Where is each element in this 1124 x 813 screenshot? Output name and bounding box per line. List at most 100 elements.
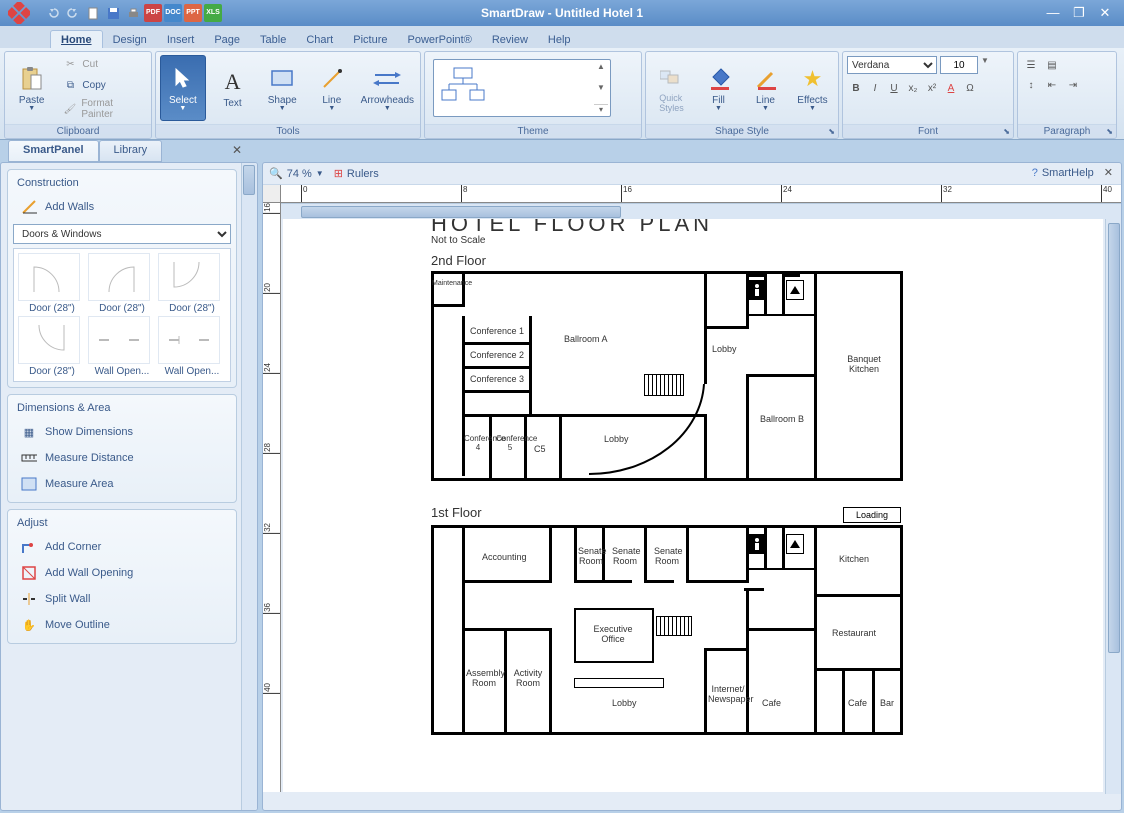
symbol-button[interactable]: Ω	[961, 81, 979, 97]
underline-button[interactable]: U	[885, 81, 903, 97]
gallery-item[interactable]: Door (28")	[88, 253, 156, 314]
new-icon[interactable]	[84, 4, 102, 22]
doors-windows-select[interactable]: Doors & Windows	[13, 224, 231, 244]
symbol-gallery: Door (28") Door (28") Door (28") Door (2…	[13, 248, 231, 382]
font-color-button[interactable]: A	[942, 81, 960, 97]
ruler-horizontal[interactable]: 0 8 16 24 32 40	[281, 185, 1121, 203]
canvas-scrollbar-vertical[interactable]	[1105, 203, 1121, 794]
super-button[interactable]: x²	[923, 81, 941, 97]
zoom-control[interactable]: 🔍 74 % ▼	[269, 167, 324, 180]
tab-page[interactable]: Page	[204, 31, 250, 48]
redo-icon[interactable]	[64, 4, 82, 22]
gallery-item[interactable]: Wall Open...	[88, 316, 156, 377]
gallery-item[interactable]: Wall Open...	[158, 316, 226, 377]
bold-button[interactable]: B	[847, 81, 865, 97]
font-name-select[interactable]: Verdana	[847, 56, 937, 74]
rulers-toggle[interactable]: ⊞ Rulers	[334, 167, 379, 180]
quick-styles-button[interactable]: Quick Styles	[650, 55, 693, 121]
ppt-icon[interactable]: PPT	[184, 4, 202, 22]
add-wall-opening-button[interactable]: Add Wall Opening	[13, 560, 231, 586]
pdf-icon[interactable]: PDF	[144, 4, 162, 22]
copy-icon: ⧉	[62, 77, 78, 93]
italic-button[interactable]: I	[866, 81, 884, 97]
restore-button[interactable]: ❐	[1070, 6, 1088, 20]
split-wall-button[interactable]: Split Wall	[13, 586, 231, 612]
smarthelp-link[interactable]: ? SmartHelp ✕	[1032, 166, 1113, 179]
dialog-launcher-icon[interactable]: ⬊	[1106, 127, 1113, 136]
paste-button[interactable]: Paste ▼	[9, 55, 54, 121]
move-outline-button[interactable]: ✋Move Outline	[13, 612, 231, 638]
arrowheads-button[interactable]: Arrowheads ▼	[359, 55, 416, 121]
undo-icon[interactable]	[44, 4, 62, 22]
dialog-launcher-icon[interactable]: ⬊	[1003, 127, 1010, 136]
panel-tab-library[interactable]: Library	[99, 140, 163, 162]
app-logo[interactable]	[4, 0, 34, 26]
tab-chart[interactable]: Chart	[296, 31, 343, 48]
text-button[interactable]: A Text	[210, 55, 256, 121]
xls-icon[interactable]: XLS	[204, 4, 222, 22]
theme-gallery[interactable]: ▲ ▼ ▾	[433, 59, 611, 117]
panel-scrollbar[interactable]	[241, 163, 257, 810]
tab-help[interactable]: Help	[538, 31, 581, 48]
tab-home[interactable]: Home	[50, 30, 103, 48]
effects-button[interactable]: ★ Effects ▼	[791, 55, 834, 121]
font-size-input[interactable]	[940, 56, 978, 74]
measure-distance-button[interactable]: Measure Distance	[13, 445, 231, 471]
line-button[interactable]: Line ▼	[309, 55, 355, 121]
tab-table[interactable]: Table	[250, 31, 296, 48]
tab-picture[interactable]: Picture	[343, 31, 397, 48]
show-dimensions-button[interactable]: ▦Show Dimensions	[13, 419, 231, 445]
tab-review[interactable]: Review	[482, 31, 538, 48]
grid-icon: ▦	[21, 424, 37, 440]
group-clipboard: Paste ▼ ✂Cut ⧉Copy 🖌Format Painter Clipb…	[4, 51, 152, 139]
add-corner-button[interactable]: Add Corner	[13, 534, 231, 560]
outdent-button[interactable]: ⇤	[1043, 78, 1061, 94]
building-1st-floor[interactable]: Accounting Senate Room Senate Room Senat…	[431, 525, 903, 735]
panel-tab-smartpanel[interactable]: SmartPanel	[8, 140, 99, 162]
cut-button[interactable]: ✂Cut	[58, 54, 147, 74]
print-icon[interactable]	[124, 4, 142, 22]
ruler-corner	[263, 185, 281, 203]
tab-design[interactable]: Design	[103, 31, 157, 48]
drawing-sheet[interactable]: HOTEL FLOOR PLAN Not to Scale 2nd Floor	[283, 205, 1103, 792]
shape-button[interactable]: Shape ▼	[259, 55, 305, 121]
add-walls-button[interactable]: Add Walls	[13, 194, 231, 220]
building-2nd-floor[interactable]: Maintenance Ballroom A Lobby Lobby Confe…	[431, 271, 903, 481]
canvas-scrollbar-horizontal[interactable]	[281, 203, 1121, 219]
ruler-vertical[interactable]: 16 20 24 28 32 36 40	[263, 203, 281, 792]
chevron-down-icon[interactable]: ▼	[316, 169, 324, 178]
measure-area-button[interactable]: Measure Area	[13, 471, 231, 497]
doc-icon[interactable]: DOC	[164, 4, 182, 22]
dialog-launcher-icon[interactable]: ⬊	[828, 127, 835, 136]
copy-button[interactable]: ⧉Copy	[58, 75, 147, 95]
chevron-down-icon: ▼	[809, 105, 816, 112]
tab-powerpoint[interactable]: PowerPoint®	[397, 31, 481, 48]
align-button[interactable]: ▤	[1043, 58, 1061, 74]
chevron-down-icon: ▼	[179, 105, 186, 112]
canvas-page[interactable]: HOTEL FLOOR PLAN Not to Scale 2nd Floor	[283, 205, 1103, 792]
line-style-button[interactable]: Line ▼	[744, 55, 787, 121]
minimize-button[interactable]: —	[1044, 6, 1062, 20]
font-size-dropdown-icon[interactable]: ▼	[981, 56, 989, 74]
close-button[interactable]: ✕	[1096, 6, 1114, 20]
gallery-item[interactable]: Door (28")	[158, 253, 226, 314]
gallery-item[interactable]: Door (28")	[18, 253, 86, 314]
scroll-down-icon[interactable]: ▼	[594, 83, 608, 92]
loading-label: Loading	[843, 507, 901, 523]
close-help-icon[interactable]: ✕	[1104, 166, 1113, 179]
gallery-item[interactable]: Door (28")	[18, 316, 86, 377]
indent-button[interactable]: ⇥	[1064, 78, 1082, 94]
tab-insert[interactable]: Insert	[157, 31, 205, 48]
select-button[interactable]: Select ▼	[160, 55, 206, 121]
expand-gallery-icon[interactable]: ▾	[594, 104, 608, 114]
format-painter-button[interactable]: 🖌Format Painter	[58, 96, 147, 122]
save-icon[interactable]	[104, 4, 122, 22]
scroll-up-icon[interactable]: ▲	[594, 62, 608, 71]
line-spacing-button[interactable]: ↕	[1022, 78, 1040, 94]
arrowheads-icon	[373, 65, 401, 93]
star-icon: ★	[799, 65, 827, 93]
strike-button[interactable]: x₂	[904, 81, 922, 97]
fill-button[interactable]: Fill ▼	[697, 55, 740, 121]
panel-close-button[interactable]: ✕	[232, 143, 242, 157]
bullets-button[interactable]: ☰	[1022, 58, 1040, 74]
